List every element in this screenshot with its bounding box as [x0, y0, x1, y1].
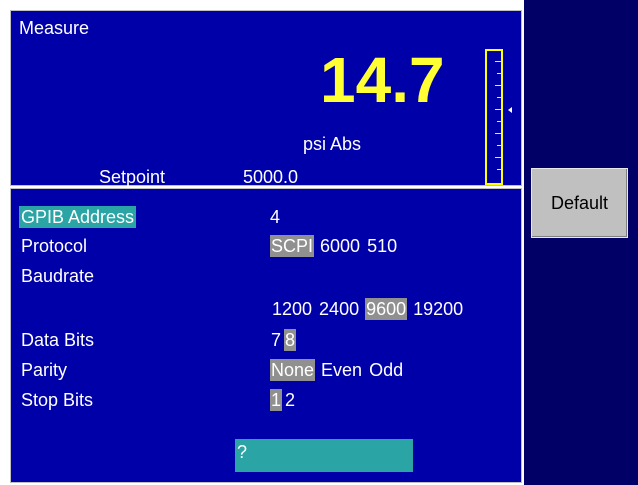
stop-bits-option-1[interactable]: 1 — [270, 389, 283, 411]
gauge-tick — [497, 169, 501, 170]
softkey-panel — [524, 0, 638, 485]
measure-title: Measure — [19, 18, 90, 38]
parity-option-none[interactable]: None — [270, 359, 316, 381]
data-bits-option-7[interactable]: 7 — [270, 329, 282, 351]
parity-options: None Even Odd — [270, 359, 409, 381]
default-button[interactable]: Default — [531, 168, 628, 238]
screen: Measure 14.7 psi Abs Setpoint 5000.0 GPI… — [0, 0, 638, 485]
data-bits-label[interactable]: Data Bits — [19, 329, 96, 351]
data-bits-options: 78 — [270, 329, 301, 351]
settings-panel: GPIB Address Protocol Baudrate Data Bits… — [10, 188, 522, 483]
parity-option-odd[interactable]: Odd — [368, 359, 404, 381]
protocol-option-510[interactable]: 510 — [366, 235, 398, 257]
setpoint-value: 5000.0 — [243, 167, 299, 187]
protocol-label[interactable]: Protocol — [19, 235, 89, 257]
baudrate-option-9600[interactable]: 9600 — [365, 298, 408, 320]
gpib-address-label[interactable]: GPIB Address — [19, 206, 137, 228]
stop-bits-label[interactable]: Stop Bits — [19, 389, 95, 411]
stop-bits-option-2[interactable]: 2 — [284, 389, 296, 411]
baudrate-option-19200[interactable]: 19200 — [412, 298, 464, 320]
gauge-pointer-icon — [508, 107, 512, 113]
stop-bits-options: 12 — [270, 389, 301, 411]
gauge-tick — [497, 73, 501, 74]
baudrate-options: 1200 2400 9600 19200 — [271, 298, 469, 320]
gauge-tick — [495, 61, 501, 62]
pressure-unit: psi Abs — [303, 134, 362, 154]
measure-panel: Measure 14.7 psi Abs Setpoint 5000.0 — [10, 10, 522, 187]
protocol-option-6000[interactable]: 6000 — [319, 235, 361, 257]
pressure-gauge — [485, 49, 503, 185]
gauge-tick — [495, 109, 501, 110]
gauge-tick — [495, 85, 501, 86]
setpoint-label: Setpoint — [99, 167, 166, 187]
value-input[interactable]: ? — [235, 439, 413, 472]
gauge-tick — [497, 145, 501, 146]
parity-option-even[interactable]: Even — [320, 359, 363, 381]
baudrate-option-1200[interactable]: 1200 — [271, 298, 313, 320]
gauge-tick — [497, 97, 501, 98]
parity-label[interactable]: Parity — [19, 359, 69, 381]
gauge-tick — [497, 121, 501, 122]
gpib-address-value: 4 — [270, 207, 281, 227]
protocol-option-scpi[interactable]: SCPI — [270, 235, 315, 257]
protocol-options: SCPI 6000 510 — [270, 235, 403, 257]
baudrate-option-2400[interactable]: 2400 — [318, 298, 360, 320]
gauge-tick — [495, 157, 501, 158]
pressure-reading: 14.7 — [320, 44, 445, 116]
gauge-tick — [495, 133, 501, 134]
baudrate-label[interactable]: Baudrate — [19, 265, 96, 287]
data-bits-option-8[interactable]: 8 — [284, 329, 297, 351]
